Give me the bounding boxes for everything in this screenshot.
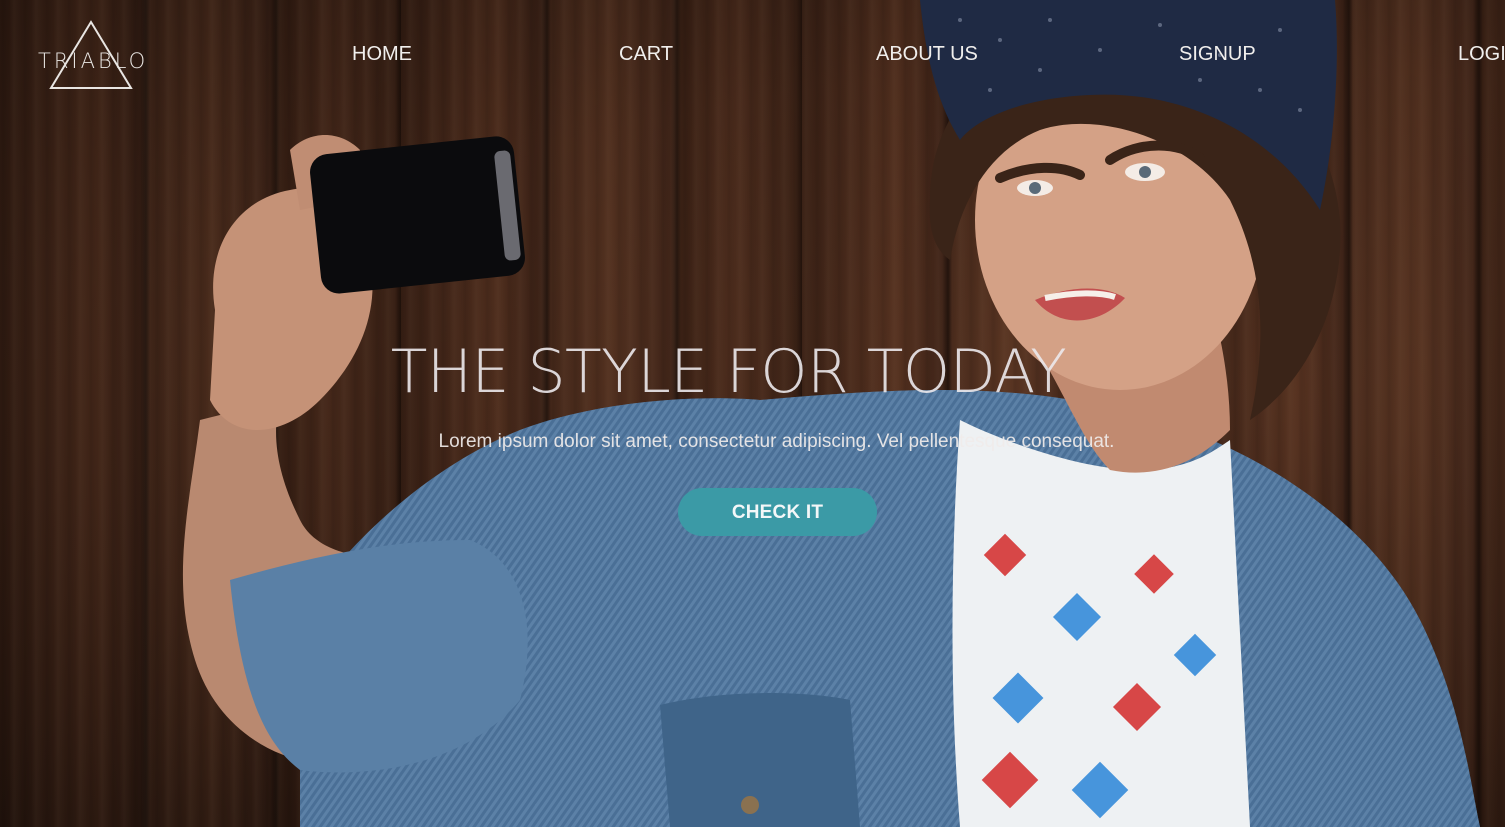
check-it-button[interactable]: CHECK IT — [678, 488, 877, 536]
hero-background-photo — [182, 0, 1480, 827]
hero-section: TRIABLO HOME CART ABOUT US SIGNUP LOGI T… — [0, 0, 1505, 827]
nav-login-link[interactable]: LOGI — [1458, 43, 1505, 66]
nav-about-link[interactable]: ABOUT US — [876, 43, 978, 66]
brand-name: TRIABLO — [38, 49, 149, 73]
hero-title: THE STYLE FOR TODAY — [390, 337, 1067, 407]
hero-subtitle: Lorem ipsum dolor sit amet, consectetur … — [438, 431, 1115, 452]
nav-cart-link[interactable]: CART — [619, 43, 673, 66]
nav-home-link[interactable]: HOME — [352, 43, 412, 66]
brand-logo[interactable]: TRIABLO — [36, 20, 146, 92]
top-nav: TRIABLO HOME CART ABOUT US SIGNUP LOGI — [0, 0, 1505, 110]
nav-signup-link[interactable]: SIGNUP — [1179, 43, 1256, 66]
